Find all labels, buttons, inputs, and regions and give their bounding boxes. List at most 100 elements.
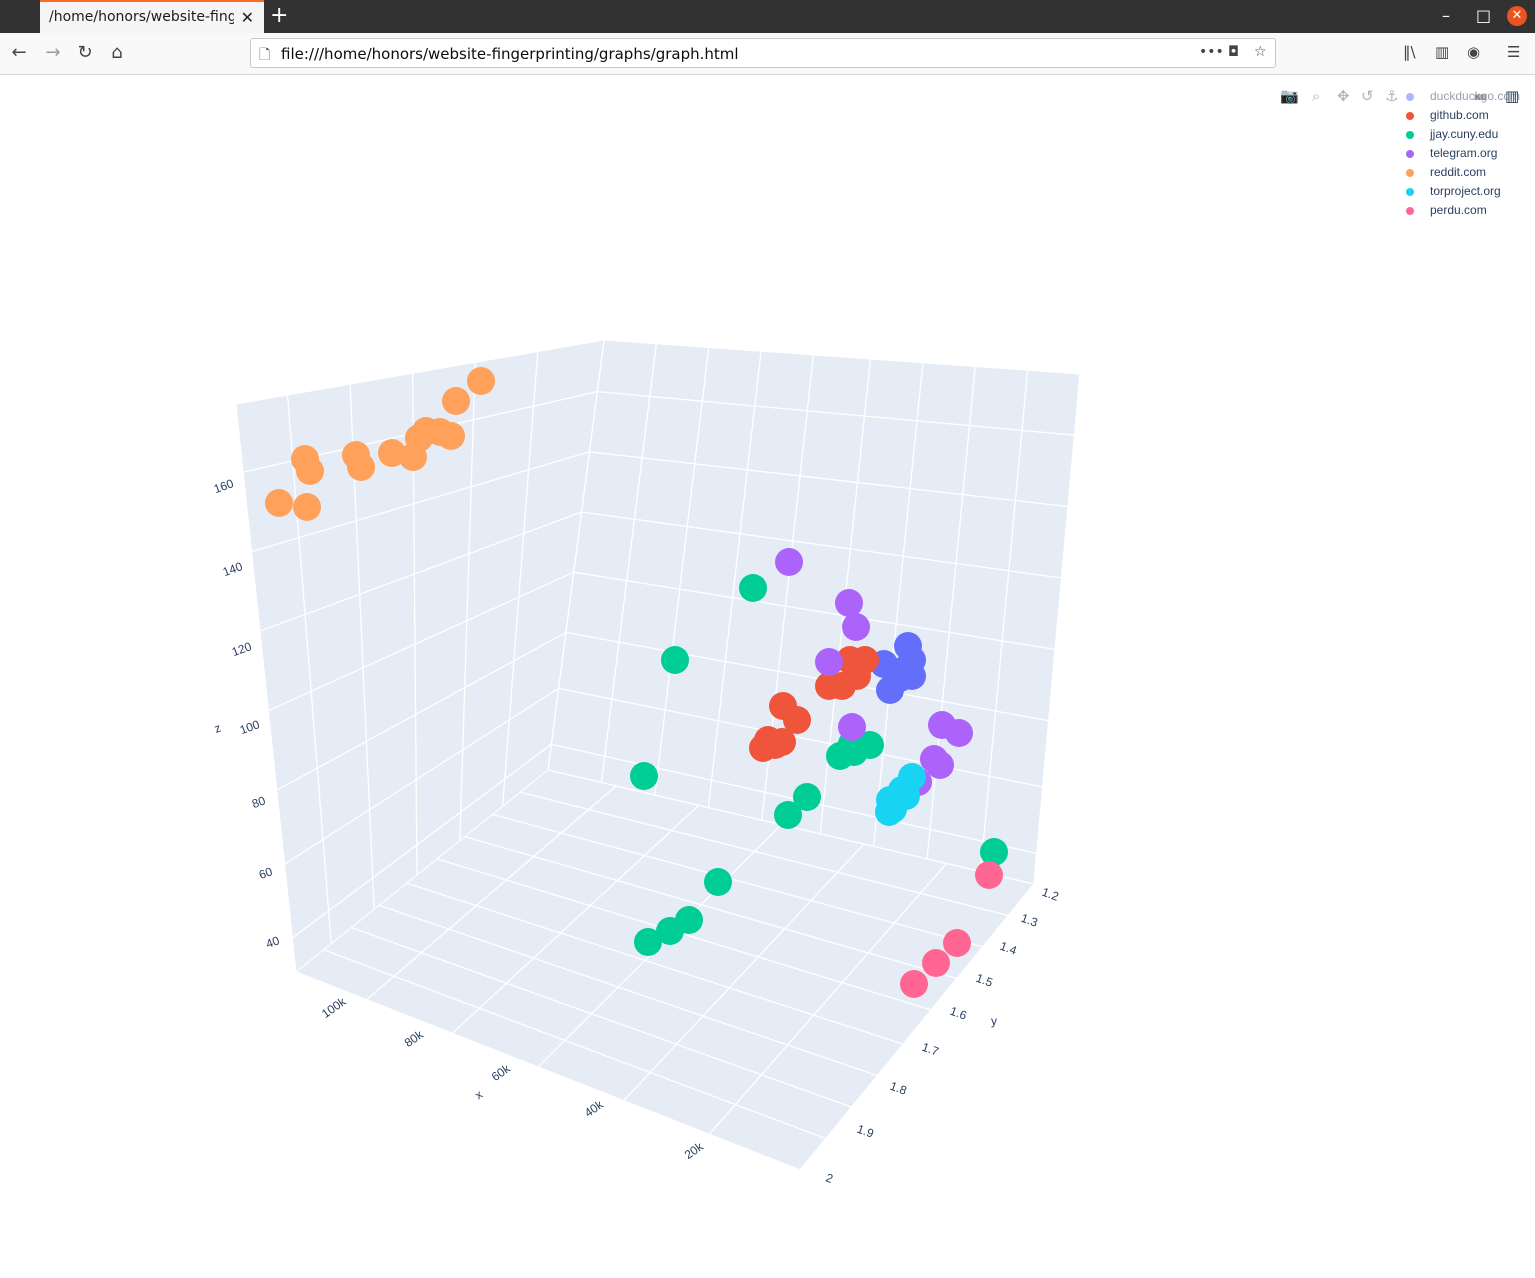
z-gridline <box>565 631 1049 722</box>
scatter-point <box>922 949 950 977</box>
x-gridline <box>459 362 476 841</box>
y-gridline <box>351 926 852 1108</box>
z-tick-label: 140 <box>221 559 245 579</box>
maximize-icon[interactable]: □ <box>1476 6 1491 25</box>
y-gridline <box>323 949 826 1140</box>
legend-marker <box>1406 169 1414 177</box>
scatter-point <box>886 664 914 692</box>
legend-label: jjay.cuny.edu <box>1430 127 1499 141</box>
account-icon[interactable]: ◉ <box>1467 43 1480 61</box>
scatter-point <box>815 648 843 676</box>
y-gridline <box>520 791 1009 917</box>
scatter-point <box>768 728 796 756</box>
z-gridline <box>558 687 1043 788</box>
turntable-icon[interactable]: ⚓ <box>1385 87 1398 105</box>
minimize-icon[interactable]: – <box>1442 6 1450 25</box>
z-gridline <box>573 571 1056 651</box>
scatter-point <box>884 658 912 686</box>
back-icon[interactable]: ← <box>8 42 30 64</box>
z-tick-label: 120 <box>230 639 254 659</box>
y-tick-label: 1.3 <box>1019 911 1040 930</box>
scatter-point <box>851 646 879 674</box>
y-gridline <box>547 339 605 771</box>
x-tick-label: 60k <box>489 1061 514 1084</box>
library-icon[interactable]: ‖\ <box>1403 43 1416 61</box>
y-tick-label: 2 <box>824 1171 835 1187</box>
legend-marker <box>1406 207 1414 215</box>
back-right-wall <box>547 339 1081 885</box>
scatter-point <box>347 453 375 481</box>
x-axis-label: x <box>472 1087 485 1102</box>
y-tick-label: 1.2 <box>1040 885 1061 904</box>
url-bar[interactable]: 🗋 file:///home/honors/website-fingerprin… <box>250 38 1276 68</box>
scatter-point <box>342 441 370 469</box>
browser-tab[interactable]: /home/honors/website-fingerprinting/grap… <box>40 0 264 33</box>
pocket-icon[interactable]: ◘ <box>1228 44 1239 60</box>
tab-strip: /home/honors/website-fingerprinting/grap… <box>0 0 1535 33</box>
legend-label: telegram.org <box>1430 146 1498 160</box>
z-tick-label: 160 <box>212 476 236 496</box>
scatter-point <box>754 726 782 754</box>
y-gridline <box>926 366 976 859</box>
page-icon: 🗋 <box>259 47 271 63</box>
nav-bar: ← → ↻ ⌂ 🗋 file:///home/honors/website-fi… <box>0 33 1535 75</box>
y-gridline <box>464 836 957 980</box>
scatter-point <box>775 548 803 576</box>
x-gridline <box>623 843 865 1102</box>
home-icon[interactable]: ⌂ <box>106 42 128 64</box>
camera-icon[interactable]: 📷 <box>1280 87 1299 105</box>
back-left-wall <box>235 339 605 973</box>
menu-icon[interactable]: ☰ <box>1507 43 1520 61</box>
y-axis-label: y <box>991 1014 997 1028</box>
y-gridline <box>492 813 983 948</box>
y-gridline <box>378 904 878 1077</box>
y-gridline <box>979 370 1029 872</box>
legend-marker <box>1406 150 1414 158</box>
tab-close-icon[interactable]: ✕ <box>241 8 254 27</box>
scatter-point <box>442 387 470 415</box>
forward-icon[interactable]: → <box>42 42 64 64</box>
scatter-point <box>875 798 903 826</box>
reload-icon[interactable]: ↻ <box>74 42 96 64</box>
orbit-icon[interactable]: ↺ <box>1361 87 1374 105</box>
y-gridline <box>872 362 924 847</box>
z-tick-label: 60 <box>257 864 275 882</box>
scatter-point <box>783 706 811 734</box>
legend-marker <box>1406 93 1414 101</box>
scatter-point <box>888 776 916 804</box>
scatter-point <box>843 662 871 690</box>
window-close-icon[interactable]: ✕ <box>1507 6 1527 26</box>
scatter-point <box>920 745 948 773</box>
page-actions-icon[interactable]: ••• <box>1199 44 1224 60</box>
z-gridline <box>251 451 590 553</box>
scatter-point <box>945 719 973 747</box>
scatter-point <box>876 676 904 704</box>
z-gridline <box>276 631 567 791</box>
scatter-point <box>296 457 324 485</box>
scatter-point <box>894 632 922 660</box>
scatter-point <box>898 763 926 791</box>
sidebar-icon[interactable]: ▥ <box>1435 43 1449 61</box>
scatter-point <box>838 730 866 758</box>
bookmark-star-icon[interactable]: ☆ <box>1254 44 1267 60</box>
scatter-point <box>291 445 319 473</box>
x-gridline <box>349 384 375 910</box>
z-gridline <box>292 743 552 939</box>
new-tab-button[interactable]: + <box>270 3 288 29</box>
scatter-point <box>769 692 797 720</box>
y-tick-label: 1.6 <box>948 1004 969 1023</box>
legend-label: duckduckgo.com <box>1430 89 1521 103</box>
scatter-point <box>926 751 954 779</box>
scatter-point <box>828 672 856 700</box>
z-tick-label: 40 <box>264 933 282 951</box>
scatter-point <box>840 738 868 766</box>
y-tick-label: 1.7 <box>920 1040 941 1059</box>
legend-marker <box>1406 112 1414 120</box>
x-tick-label: 20k <box>682 1139 707 1162</box>
y-tick-label: 1.9 <box>855 1122 876 1141</box>
scatter-point <box>870 650 898 678</box>
scatter-point <box>265 489 293 517</box>
zoom-icon[interactable]: ⌕ <box>1312 87 1320 105</box>
x-tick-label: 80k <box>402 1027 427 1050</box>
pan-icon[interactable]: ✥ <box>1337 87 1350 105</box>
